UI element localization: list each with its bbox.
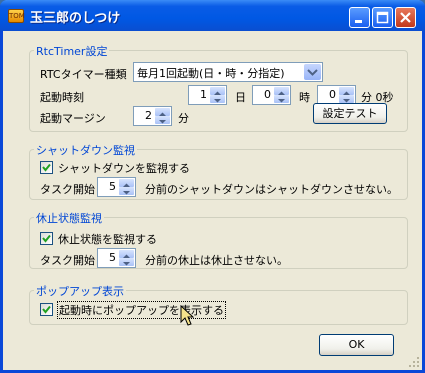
sleep-suffix-label: 分前の休止は休止させない。 [145, 254, 288, 267]
shutdown-minutes-value: 5 [109, 180, 116, 193]
shutdown-suffix-label: 分前のシャットダウンはシャットダウンさせない。 [145, 183, 398, 196]
minute-spinner[interactable]: 0 [317, 85, 356, 105]
popup-checkbox-label[interactable]: 起動時にポップアップを表示する [57, 301, 226, 319]
spinner-down-icon[interactable] [274, 95, 289, 103]
spinner-up-icon[interactable] [339, 87, 354, 95]
mouse-pointer-icon [180, 305, 194, 326]
ok-button[interactable]: OK [319, 334, 394, 356]
spinner-up-icon[interactable] [274, 87, 289, 95]
close-icon [400, 12, 411, 23]
sleep-task-start-label: タスク開始 [40, 254, 95, 267]
day-spinner[interactable]: 1 [188, 85, 227, 105]
margin-unit-label: 分 [178, 112, 189, 125]
margin-spinner[interactable]: 2 [133, 106, 172, 126]
minimize-button[interactable] [349, 7, 370, 28]
hour-value: 0 [264, 88, 271, 101]
margin-value: 2 [145, 109, 152, 122]
sleep-checkbox-label[interactable]: 休止状態を監視する [58, 231, 157, 247]
resize-grip-icon[interactable] [408, 356, 420, 368]
checkmark-icon [42, 305, 51, 314]
popup-checkbox[interactable] [40, 303, 53, 316]
hour-unit-label: 時 [299, 91, 310, 104]
minute-value: 0 [329, 88, 336, 101]
minimize-icon [355, 20, 362, 23]
sleep-group-title: 休止状態監視 [34, 210, 104, 226]
window-title: 玉三郎のしつけ [30, 11, 121, 26]
maximize-button[interactable] [372, 7, 393, 28]
shutdown-task-start-label: タスク開始 [40, 183, 95, 196]
spinner-up-icon[interactable] [119, 179, 134, 187]
shutdown-minutes-spinner[interactable]: 5 [97, 177, 136, 197]
spinner-down-icon[interactable] [210, 95, 225, 103]
maximize-icon [376, 11, 389, 24]
day-value: 1 [200, 88, 207, 101]
shutdown-checkbox[interactable] [40, 161, 53, 174]
rtc-type-select[interactable]: 毎月1回起動(日・時・分指定) [133, 62, 323, 82]
shutdown-group-title: シャットダウン監視 [34, 142, 137, 158]
rtc-type-value: 毎月1回起動(日・時・分指定) [137, 67, 285, 80]
chevron-down-icon[interactable] [304, 64, 321, 80]
spinner-down-icon[interactable] [119, 187, 134, 195]
dialog-window: TOM 玉三郎のしつけ RtcTimer設定 RTCタイマー種類 毎月1回起動(… [0, 0, 425, 373]
sleep-checkbox[interactable] [40, 232, 53, 245]
spinner-up-icon[interactable] [119, 250, 134, 258]
day-unit-label: 日 [235, 91, 246, 104]
setting-test-button[interactable]: 設定テスト [313, 103, 387, 124]
hour-spinner[interactable]: 0 [252, 85, 291, 105]
popup-group-title: ポップアップ表示 [34, 283, 126, 299]
checkmark-icon [42, 234, 51, 243]
start-time-label: 起動時刻 [40, 91, 84, 104]
checkmark-icon [42, 163, 51, 172]
rtc-type-label: RTCタイマー種類 [40, 68, 127, 81]
spinner-up-icon[interactable] [155, 108, 170, 116]
spinner-down-icon[interactable] [119, 258, 134, 266]
close-button[interactable] [395, 7, 416, 28]
spinner-up-icon[interactable] [210, 87, 225, 95]
shutdown-checkbox-label[interactable]: シャットダウンを監視する [58, 160, 190, 176]
sleep-minutes-spinner[interactable]: 5 [97, 248, 136, 268]
margin-label: 起動マージン [40, 112, 106, 125]
spinner-down-icon[interactable] [339, 95, 354, 103]
rtc-group-title: RtcTimer設定 [34, 43, 110, 59]
title-bar[interactable]: TOM 玉三郎のしつけ [0, 0, 425, 31]
spinner-down-icon[interactable] [155, 116, 170, 124]
app-icon[interactable]: TOM [8, 9, 25, 23]
sleep-minutes-value: 5 [109, 251, 116, 264]
